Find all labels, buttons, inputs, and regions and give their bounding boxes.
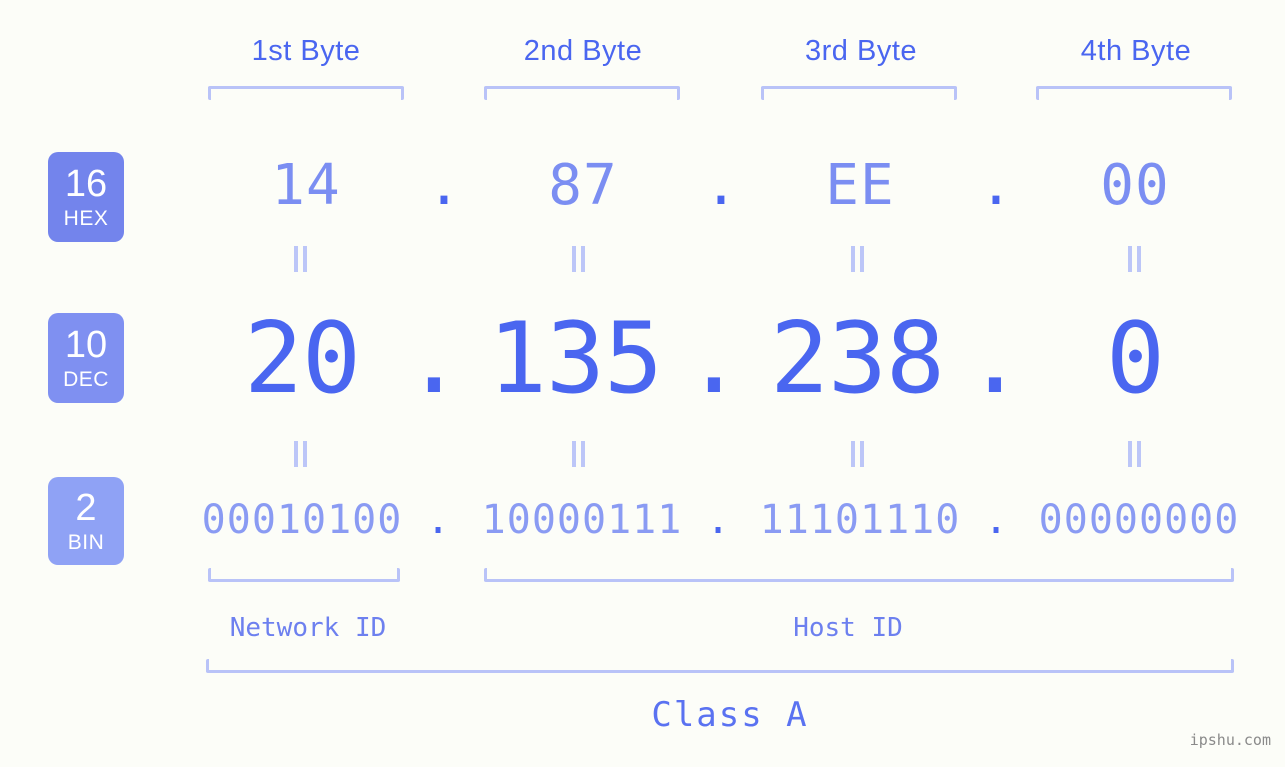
radix-badge-hex-number: 16 <box>64 163 108 205</box>
hex-separator-2: . <box>704 153 738 218</box>
radix-badge-dec: 10 DEC <box>48 313 124 403</box>
byte-bracket-1 <box>208 86 404 100</box>
hex-separator-1: . <box>427 153 461 218</box>
dec-byte-2: 135 <box>487 302 663 416</box>
equals-icon-hex-dec-4 <box>1127 246 1143 272</box>
bin-separator-1: . <box>425 497 451 543</box>
dec-separator-3: . <box>965 302 1025 416</box>
radix-badge-bin-number: 2 <box>75 487 97 529</box>
dec-byte-1: 20 <box>243 302 361 416</box>
bin-byte-3: 11101110 <box>759 497 961 543</box>
bin-separator-3: . <box>983 497 1009 543</box>
hex-byte-1: 14 <box>271 153 341 218</box>
radix-badge-bin-name: BIN <box>67 531 105 554</box>
bin-byte-1: 00010100 <box>201 497 403 543</box>
hex-byte-4: 00 <box>1100 153 1170 218</box>
bin-separator-2: . <box>705 497 731 543</box>
hex-byte-3: EE <box>825 153 895 218</box>
equals-icon-dec-bin-4 <box>1127 441 1143 467</box>
radix-badge-hex: 16 HEX <box>48 152 124 242</box>
dec-byte-4: 0 <box>1105 302 1165 416</box>
radix-badge-dec-number: 10 <box>64 324 108 366</box>
byte-bracket-3 <box>761 86 957 100</box>
radix-badge-bin: 2 BIN <box>48 477 124 565</box>
host-id-label: Host ID <box>793 613 903 643</box>
hex-separator-3: . <box>979 153 1013 218</box>
dec-byte-3: 238 <box>769 302 945 416</box>
byte-bracket-2 <box>484 86 680 100</box>
class-bracket <box>206 659 1234 673</box>
equals-icon-hex-dec-2 <box>571 246 587 272</box>
byte-header-1: 1st Byte <box>251 35 361 67</box>
site-watermark: ipshu.com <box>1189 731 1271 749</box>
host-id-bracket <box>484 568 1234 582</box>
network-id-bracket <box>208 568 400 582</box>
radix-badge-dec-name: DEC <box>63 368 109 391</box>
ip-address-breakdown-diagram: 1st Byte 2nd Byte 3rd Byte 4th Byte 16 H… <box>0 0 1285 767</box>
equals-icon-hex-dec-1 <box>293 246 309 272</box>
dec-separator-1: . <box>404 302 464 416</box>
byte-bracket-4 <box>1036 86 1232 100</box>
hex-byte-2: 87 <box>548 153 618 218</box>
bin-byte-2: 10000111 <box>481 497 683 543</box>
byte-header-2: 2nd Byte <box>523 35 643 67</box>
equals-icon-dec-bin-1 <box>293 441 309 467</box>
byte-header-4: 4th Byte <box>1080 35 1192 67</box>
radix-badge-hex-name: HEX <box>63 207 109 230</box>
byte-header-3: 3rd Byte <box>805 35 917 67</box>
dec-separator-2: . <box>684 302 744 416</box>
equals-icon-dec-bin-2 <box>571 441 587 467</box>
equals-icon-hex-dec-3 <box>850 246 866 272</box>
equals-icon-dec-bin-3 <box>850 441 866 467</box>
bin-byte-4: 00000000 <box>1038 497 1240 543</box>
network-id-label: Network ID <box>229 613 387 643</box>
class-label: Class A <box>651 695 809 735</box>
